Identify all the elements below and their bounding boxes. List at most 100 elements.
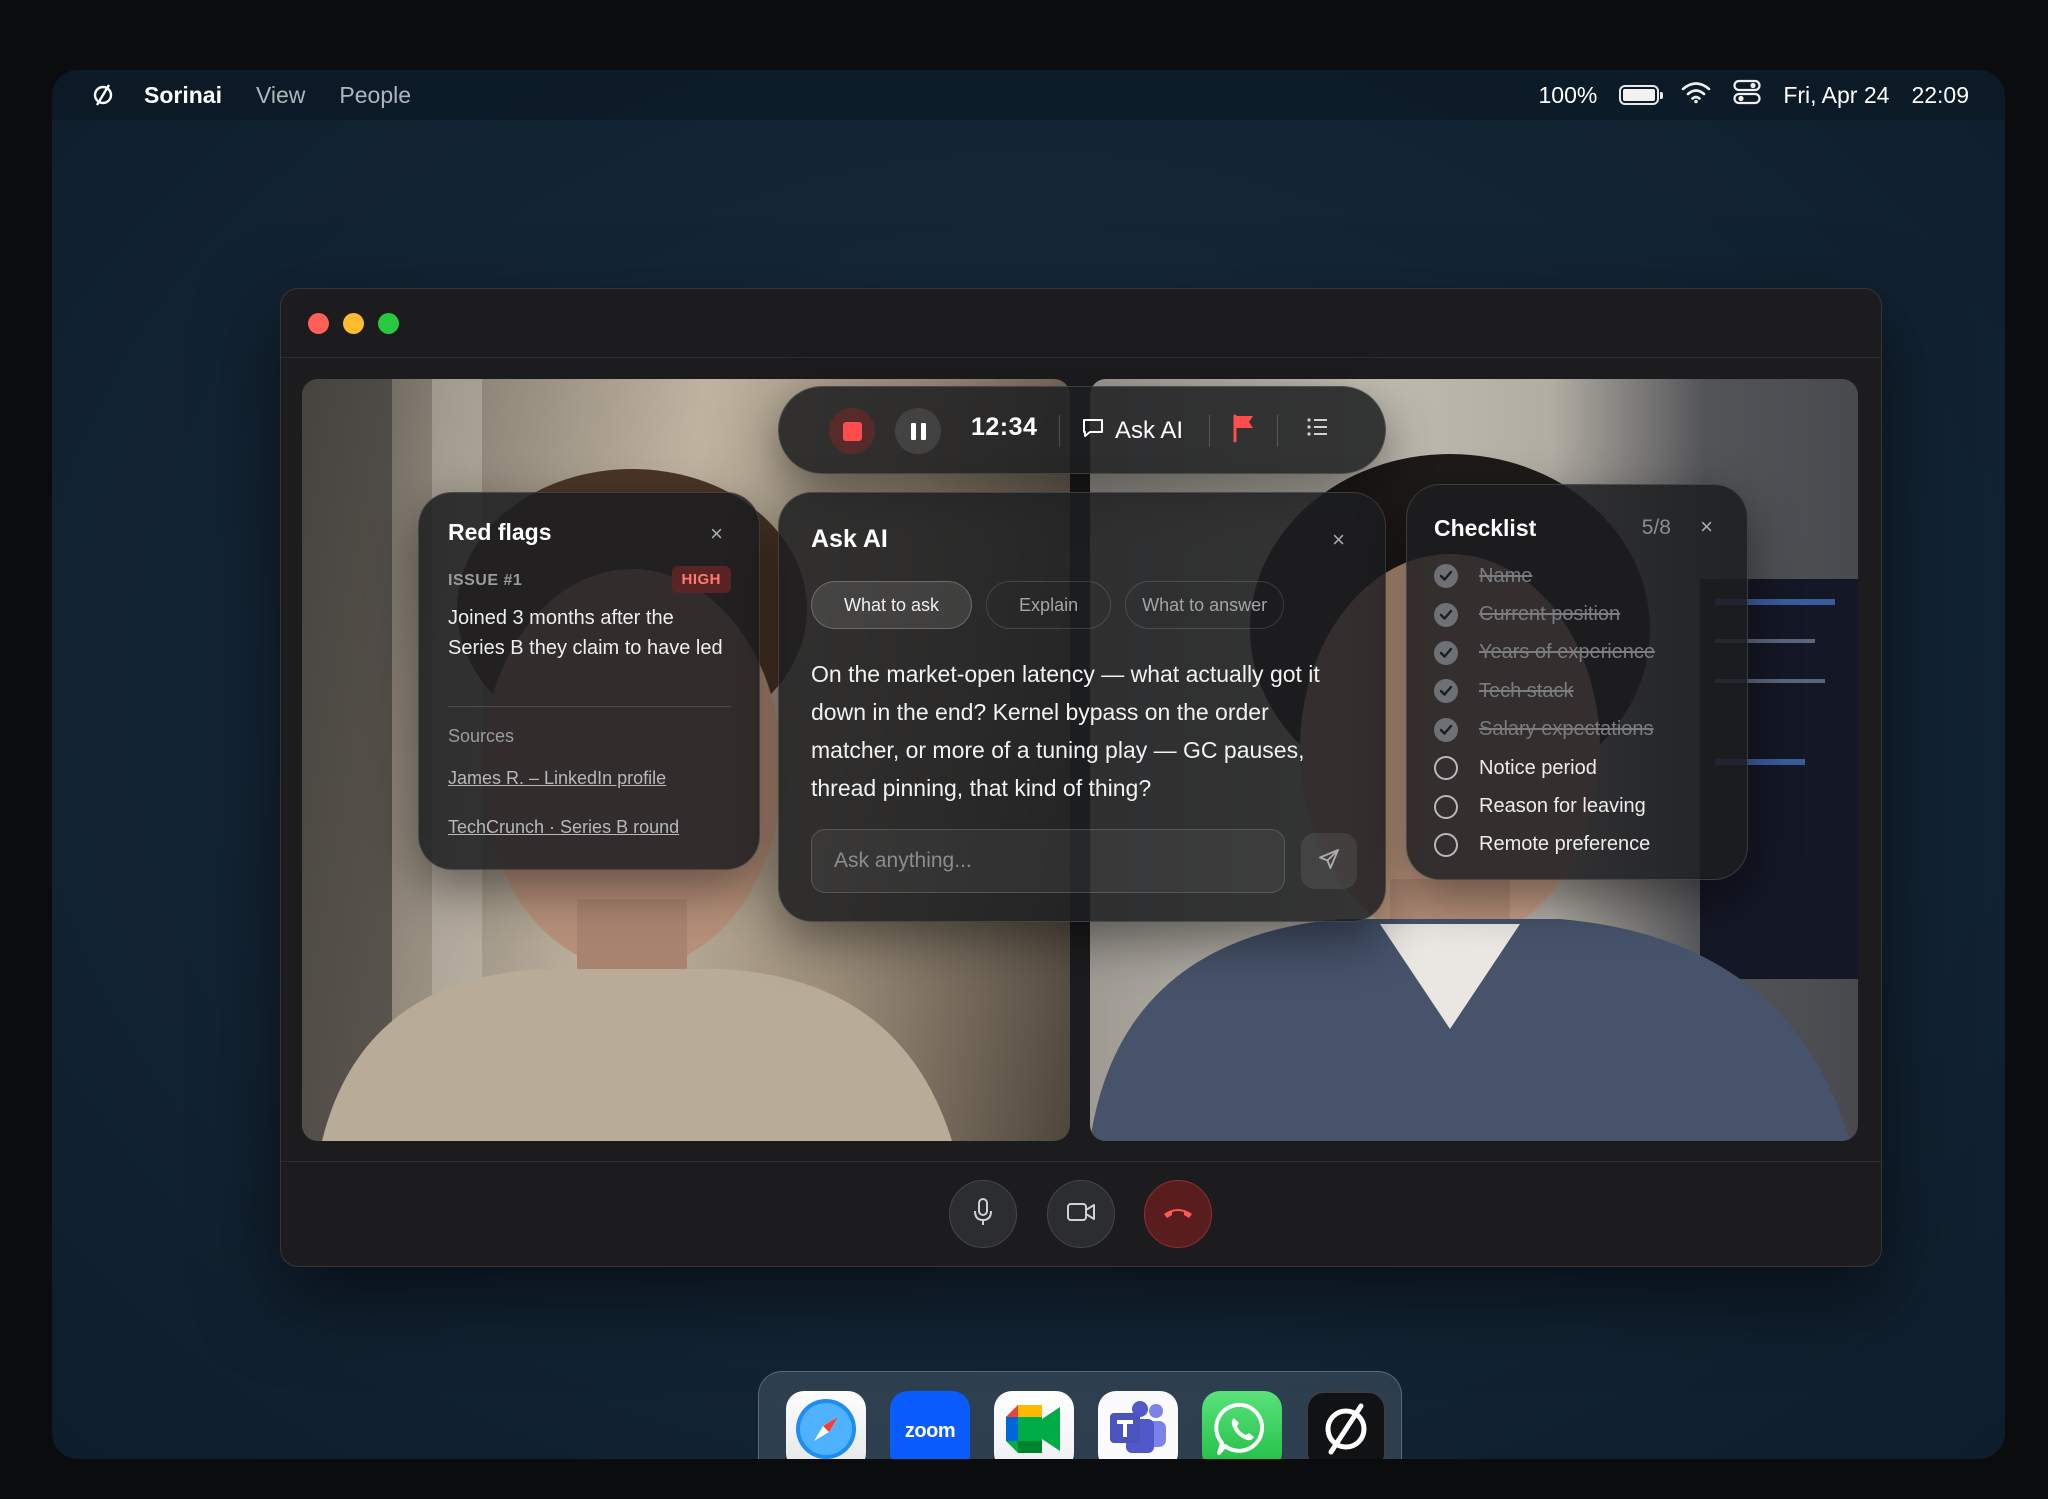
chat-bubble-icon — [1081, 416, 1105, 447]
pause-icon — [910, 422, 916, 440]
dock-safari[interactable] — [786, 1391, 866, 1459]
severity-badge: HIGH — [671, 566, 731, 593]
window-titlebar — [281, 289, 1881, 358]
sorinai-logo-icon[interactable] — [88, 82, 118, 108]
close-window-button[interactable] — [308, 313, 329, 334]
microphone-icon — [970, 1197, 996, 1232]
recording-toolbar: 12:34 Ask AI — [778, 386, 1386, 474]
checked-circle-icon[interactable] — [1434, 602, 1458, 627]
minimize-window-button[interactable] — [343, 313, 364, 334]
checked-circle-icon[interactable] — [1434, 564, 1458, 589]
dock-microsoft-teams[interactable] — [1098, 1391, 1178, 1459]
checklist-item-label: Name — [1479, 564, 1533, 587]
checklist-item[interactable]: Years of experience — [1434, 634, 1655, 672]
checklist-item-label: Tech stack — [1479, 679, 1574, 702]
source-link-linkedin[interactable]: James R. – LinkedIn profile — [448, 768, 666, 789]
checklist-item[interactable]: Remote preference — [1434, 826, 1655, 864]
menu-people[interactable]: People — [339, 82, 411, 109]
ask-ai-title: Ask AI — [811, 525, 888, 553]
flag-button[interactable] — [1231, 413, 1257, 448]
menu-view[interactable]: View — [256, 82, 305, 109]
checklist-item[interactable]: Notice period — [1434, 749, 1655, 787]
checklist-item-label: Reason for leaving — [1479, 795, 1646, 818]
prompt-chips: What to ask Explain What to answer — [811, 581, 1285, 629]
call-controls-bar — [281, 1161, 1881, 1266]
sources-label: Sources — [448, 726, 515, 746]
menubar-date[interactable]: Fri, Apr 24 — [1783, 82, 1889, 109]
google-meet-icon — [1002, 1403, 1066, 1460]
microphone-button[interactable] — [949, 1180, 1017, 1248]
list-icon — [1305, 418, 1331, 443]
flag-icon — [1231, 414, 1257, 447]
checklist-item[interactable]: Salary expectations — [1434, 711, 1655, 749]
teams-icon — [1106, 1399, 1170, 1460]
stop-icon — [842, 421, 862, 441]
issue-label: ISSUE #1 — [448, 572, 523, 589]
pause-icon-bar — [920, 422, 926, 440]
send-button[interactable] — [1301, 833, 1357, 889]
checklist-toggle-button[interactable] — [1305, 415, 1331, 444]
checked-circle-icon[interactable] — [1434, 640, 1458, 665]
ask-input[interactable]: Ask anything... — [811, 829, 1285, 893]
checklist-item-label: Years of experience — [1479, 641, 1656, 664]
checklist-item[interactable]: Name — [1434, 557, 1655, 595]
dock: zoom — [758, 1371, 1402, 1459]
maximize-window-button[interactable] — [378, 313, 399, 334]
dock-whatsapp[interactable] — [1202, 1391, 1282, 1459]
checked-circle-icon[interactable] — [1434, 679, 1458, 704]
source-link-techcrunch[interactable]: TechCrunch · Series B round — [448, 817, 679, 838]
close-ask-ai-button[interactable]: × — [1332, 529, 1345, 551]
checklist-progress: 5/8 — [1641, 516, 1671, 539]
issue-description: Joined 3 months after the Series B they … — [448, 607, 723, 659]
menu-bar: Sorinai View People 100% Fri, Apr 24 22:… — [52, 70, 2005, 120]
checklist-item[interactable]: Current position — [1434, 595, 1655, 633]
red-flags-panel: Red flags × ISSUE #1 HIGH Joined 3 month… — [418, 492, 760, 870]
stop-recording-button[interactable] — [829, 408, 875, 454]
checklist-item-label: Notice period — [1479, 756, 1597, 779]
battery-percent: 100% — [1538, 81, 1598, 108]
dock-sorinai[interactable] — [1306, 1391, 1386, 1459]
close-red-flags-button[interactable]: × — [710, 523, 723, 545]
chip-what-to-ask[interactable]: What to ask — [811, 581, 973, 629]
wifi-icon[interactable] — [1681, 80, 1711, 110]
battery-fill — [1623, 89, 1656, 101]
ask-ai-button[interactable]: Ask AI — [1081, 409, 1183, 453]
dock-zoom[interactable]: zoom — [890, 1391, 970, 1459]
ai-suggestion-text: On the market-open latency — what actual… — [811, 661, 1320, 801]
divider — [448, 706, 731, 707]
checklist-item[interactable]: Tech stack — [1434, 672, 1655, 710]
checklist-item-label: Remote preference — [1479, 833, 1651, 856]
recording-timer: 12:34 — [971, 413, 1038, 441]
app-menu-sorinai[interactable]: Sorinai — [144, 82, 222, 109]
checked-circle-icon[interactable] — [1434, 717, 1458, 742]
hang-up-icon — [1161, 1204, 1195, 1225]
desktop: Sorinai View People 100% Fri, Apr 24 22:… — [52, 70, 2005, 1459]
red-flags-title: Red flags — [448, 519, 552, 545]
checklist-title: Checklist — [1434, 515, 1537, 541]
end-call-button[interactable] — [1144, 1180, 1212, 1248]
camera-button[interactable] — [1047, 1180, 1115, 1248]
control-center-icon[interactable] — [1733, 79, 1761, 111]
pause-button[interactable] — [895, 408, 941, 454]
empty-circle-icon[interactable] — [1434, 756, 1458, 781]
checklist-item-label: Current position — [1479, 603, 1621, 626]
toolbar-divider — [1277, 415, 1278, 447]
whatsapp-icon — [1211, 1398, 1273, 1460]
checklist-item-label: Salary expectations — [1479, 718, 1654, 741]
checklist-item[interactable]: Reason for leaving — [1434, 787, 1655, 825]
send-icon — [1317, 847, 1341, 876]
chip-what-to-answer[interactable]: What to answer — [1125, 581, 1285, 629]
empty-circle-icon[interactable] — [1434, 794, 1458, 819]
toolbar-divider — [1209, 415, 1210, 447]
battery-icon[interactable] — [1619, 85, 1664, 105]
video-camera-icon — [1066, 1201, 1096, 1228]
dock-google-meet[interactable] — [994, 1391, 1074, 1459]
menubar-time[interactable]: 22:09 — [1911, 82, 1969, 109]
empty-circle-icon[interactable] — [1434, 832, 1458, 857]
toolbar-divider — [1059, 415, 1060, 447]
chip-explain[interactable]: Explain — [986, 581, 1112, 629]
zoom-icon: zoom — [904, 1419, 956, 1442]
sorinai-icon — [1315, 1398, 1377, 1460]
ask-ai-panel: Ask AI × What to ask Explain What to ans… — [778, 492, 1386, 922]
close-checklist-button[interactable]: × — [1700, 516, 1713, 538]
